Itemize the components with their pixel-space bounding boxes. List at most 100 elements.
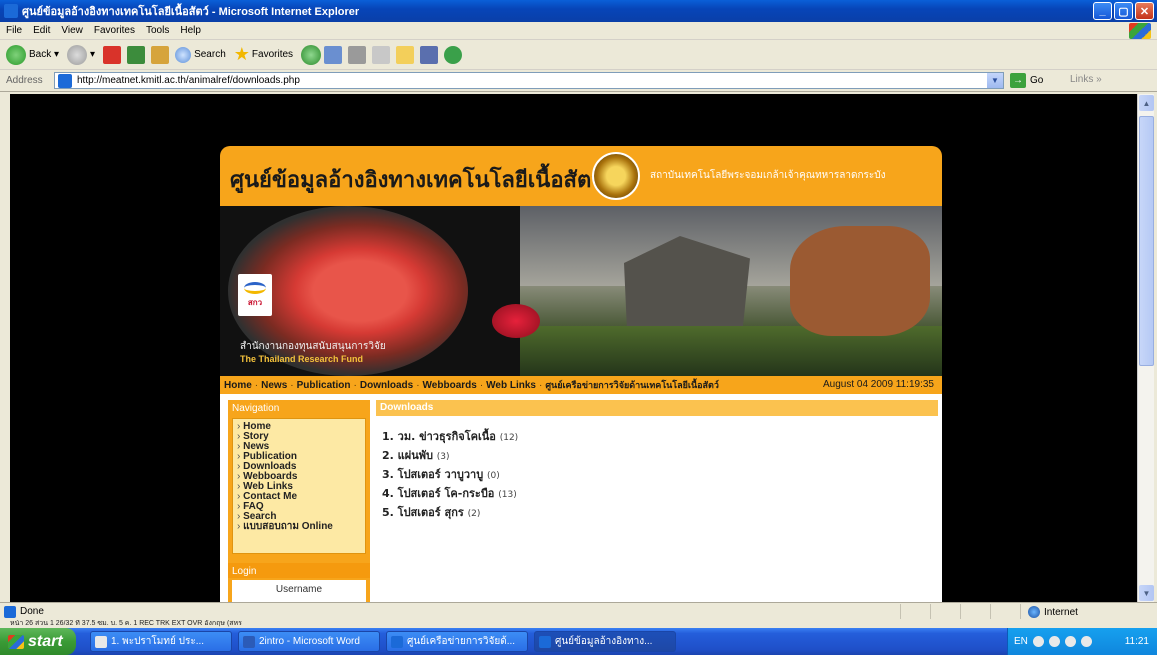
vertical-scrollbar[interactable]: ▲ ▼ xyxy=(1137,94,1154,602)
scroll-down-icon[interactable]: ▼ xyxy=(1139,585,1154,601)
ie-icon xyxy=(4,4,18,18)
star-icon: ★ xyxy=(233,44,250,64)
nav-publication[interactable]: Publication xyxy=(297,380,351,391)
nav-home[interactable]: Home xyxy=(224,380,252,391)
research-icon[interactable] xyxy=(420,45,439,64)
tray-icon[interactable] xyxy=(1080,636,1092,647)
username-label: Username xyxy=(275,584,323,595)
menu-tools[interactable]: Tools xyxy=(146,25,169,36)
login-heading: Login xyxy=(228,560,370,578)
start-button[interactable]: start xyxy=(0,628,76,655)
address-bar: Address http://meatnet.kmitl.ac.th/anima… xyxy=(0,70,1157,92)
menu-edit[interactable]: Edit xyxy=(33,25,50,36)
menu-favorites[interactable]: Favorites xyxy=(94,25,135,36)
go-label: Go xyxy=(1030,75,1044,86)
list-item[interactable]: 2. แผ่นพับ (3) xyxy=(382,447,782,466)
list-item[interactable]: 1. วม. ข่าวธุรกิจโคเนื้อ (12) xyxy=(382,428,782,447)
tray-icon[interactable] xyxy=(1048,636,1060,647)
taskbar-item-active[interactable]: ศูนย์ข้อมูลอ้างอิงทาง... xyxy=(534,631,676,652)
search-icon xyxy=(175,46,192,63)
sidebar: Navigation Home Story News Publication D… xyxy=(228,400,370,602)
nav-web-links[interactable]: Web Links xyxy=(486,380,536,391)
site-nav-bar: Home · News · Publication · Downloads · Webb… xyxy=(220,376,942,394)
sidebar-item-questionnaire[interactable]: แบบสอบถาม Online xyxy=(237,522,361,532)
farm-photo xyxy=(520,206,942,376)
refresh-icon[interactable] xyxy=(127,45,146,64)
toolbar: Back ▾ ▾ Search ★ Favorites xyxy=(0,40,1157,70)
mail-icon[interactable] xyxy=(324,45,343,64)
ie-icon xyxy=(539,635,551,648)
print-icon[interactable] xyxy=(348,45,367,64)
search-button[interactable]: Search xyxy=(175,46,226,63)
site-header: ศูนย์ข้อมูลอ้างอิงทางเทคโนโลยีเนื้อสัตว์… xyxy=(220,146,942,206)
page-done-icon xyxy=(4,605,16,618)
list-item[interactable]: 4. โปสเตอร์ โค-กระบือ (13) xyxy=(382,485,782,504)
forward-button[interactable]: ▾ xyxy=(67,44,95,65)
word-status-strip: หน้า 26 ส่วน 1 26/32 ที่ 37.5 ซม. บ. 5 ค… xyxy=(0,620,1157,628)
site-title: ศูนย์ข้อมูลอ้างอิงทางเทคโนโลยีเนื้อสัตว์ xyxy=(230,168,604,193)
menu-view[interactable]: View xyxy=(61,25,83,36)
go-button[interactable]: → Go xyxy=(1010,73,1043,88)
go-arrow-icon: → xyxy=(1010,73,1026,88)
nav-news[interactable]: News xyxy=(261,380,287,391)
page-icon xyxy=(58,74,72,88)
links-button[interactable]: Links » xyxy=(1070,74,1102,85)
forward-arrow-icon xyxy=(67,44,88,65)
address-label: Address xyxy=(6,75,43,86)
messenger-icon[interactable] xyxy=(444,45,463,64)
login-box: Username xyxy=(232,580,366,602)
edit-icon[interactable] xyxy=(372,45,391,64)
maximize-button[interactable]: ▢ xyxy=(1114,2,1133,20)
tray-icon[interactable] xyxy=(1032,636,1044,647)
nav-downloads[interactable]: Downloads xyxy=(360,380,413,391)
favorites-button[interactable]: ★ Favorites xyxy=(234,44,293,65)
tray-icon[interactable] xyxy=(1064,636,1076,647)
media-icon[interactable] xyxy=(301,44,322,65)
cow-image xyxy=(790,226,930,336)
institute-seal-icon xyxy=(592,152,640,200)
nav-research-network[interactable]: ศูนย์เครือข่ายการวิจัยด้านเทคโนโลยีเนื้อ… xyxy=(545,378,719,392)
scroll-thumb[interactable] xyxy=(1139,116,1154,366)
taskbar-item[interactable]: 1. พะปราโมทย์ ประ... xyxy=(90,631,232,652)
nav-webboards[interactable]: Webboards xyxy=(423,380,477,391)
folder-icon[interactable] xyxy=(396,45,415,64)
language-indicator[interactable]: EN xyxy=(1014,636,1028,647)
menu-file[interactable]: File xyxy=(6,25,22,36)
list-item[interactable]: 5. โปสเตอร์ สุกร (2) xyxy=(382,504,782,523)
menu-bar: File Edit View Favorites Tools Help xyxy=(0,22,1157,40)
taskbar-item[interactable]: 2intro - Microsoft Word xyxy=(238,631,380,652)
back-arrow-icon xyxy=(6,44,26,65)
downloads-heading: Downloads xyxy=(376,400,938,416)
security-zone: Internet xyxy=(1028,606,1078,618)
stop-icon[interactable] xyxy=(103,45,122,64)
globe-icon xyxy=(1028,606,1040,618)
trf-name-english: The Thailand Research Fund xyxy=(240,354,364,364)
frame-left-edge xyxy=(0,94,10,602)
close-button[interactable]: ✕ xyxy=(1135,2,1154,20)
sidebar-menu: Home Story News Publication Downloads We… xyxy=(232,418,366,554)
menu-help[interactable]: Help xyxy=(180,25,201,36)
address-input[interactable]: http://meatnet.kmitl.ac.th/animalref/dow… xyxy=(54,72,1004,89)
home-icon[interactable] xyxy=(151,45,170,64)
links-label: Links xyxy=(1070,74,1094,85)
taskbar-item[interactable]: ศูนย์เครือข่ายการวิจัยด้... xyxy=(386,631,528,652)
clock: 11:21 xyxy=(1124,636,1149,647)
title-bar: ศูนย์ข้อมูลอ้างอิงทางเทคโนโลยีเนื้อสัตว์… xyxy=(0,0,1157,22)
site-banner: สกว สำนักงานกองทุนสนับสนุนการวิจัย The T… xyxy=(220,206,942,376)
back-button[interactable]: Back ▾ xyxy=(6,44,59,65)
date-time: August 04 2009 11:19:35 xyxy=(822,379,934,390)
list-item[interactable]: 3. โปสเตอร์ วาบูวาบู (0) xyxy=(382,466,782,485)
favorites-label: Favorites xyxy=(251,49,294,60)
minimize-button[interactable]: _ xyxy=(1093,2,1112,20)
taskbar: start 1. พะปราโมทย์ ประ... 2intro - Micr… xyxy=(0,628,1157,655)
scroll-up-icon[interactable]: ▲ xyxy=(1139,95,1154,111)
sidebar-heading: Navigation xyxy=(228,400,370,418)
browser-window: ศูนย์ข้อมูลอ้างอิงทางเทคโนโลยีเนื้อสัตว์… xyxy=(0,0,1157,655)
status-text: Done xyxy=(20,606,44,617)
address-dropdown-icon[interactable]: ▼ xyxy=(987,73,1003,88)
browser-icon xyxy=(95,635,107,648)
window-title: ศูนย์ข้อมูลอ้างอิงทางเทคโนโลยีเนื้อสัตว์… xyxy=(22,6,360,18)
meat-slice-image xyxy=(492,304,540,338)
site-subtitle: สถาบันเทคโนโลยีพระจอมเกล้าเจ้าคุณทหารลาด… xyxy=(650,170,886,181)
windows-logo-icon xyxy=(1129,23,1151,39)
